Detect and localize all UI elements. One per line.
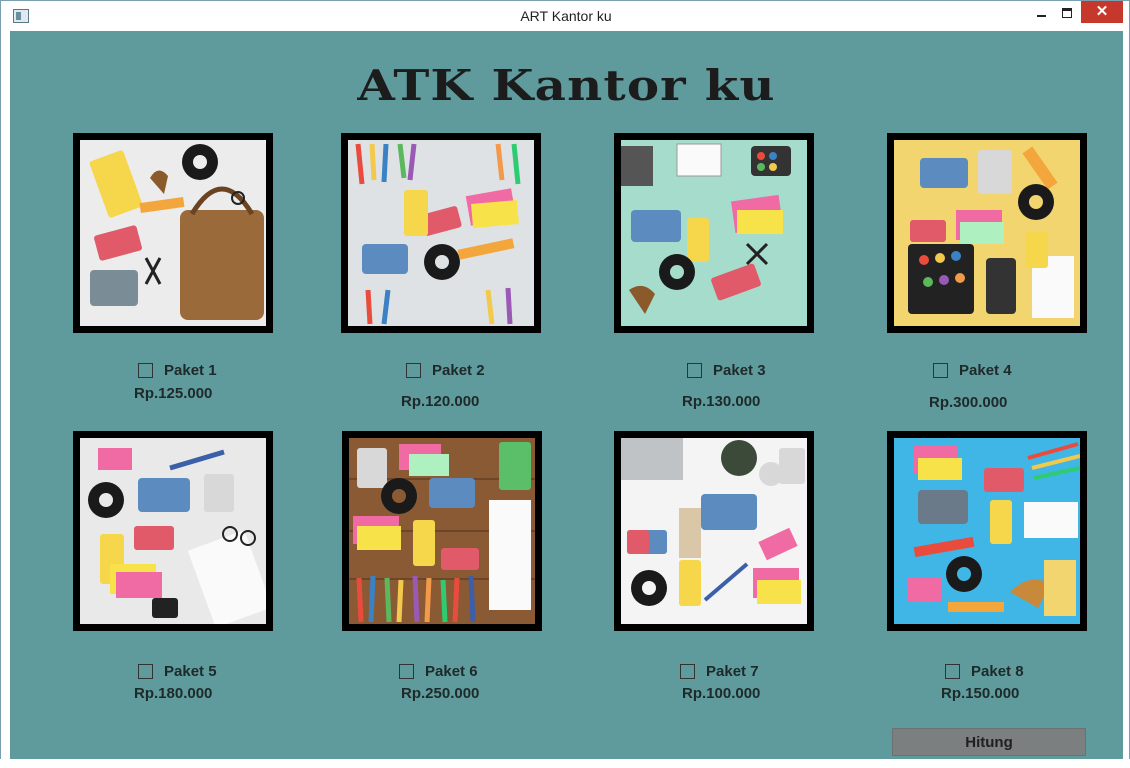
package-6-option[interactable]: Paket 6 xyxy=(399,661,478,681)
package-photo-2 xyxy=(348,140,534,326)
package-2-label: Paket 2 xyxy=(432,361,485,379)
bottom-edge xyxy=(0,759,1130,768)
package-8-label: Paket 8 xyxy=(971,662,1024,680)
package-photo-1 xyxy=(80,140,266,326)
package-image-1 xyxy=(73,133,273,333)
package-4-checkbox[interactable] xyxy=(933,362,948,378)
package-photo-5 xyxy=(80,438,266,624)
title-bar: ART Kantor ku ✕ xyxy=(1,1,1129,31)
package-6-checkbox[interactable] xyxy=(399,663,414,679)
package-3-option[interactable]: Paket 3 xyxy=(687,360,766,380)
package-3-label: Paket 3 xyxy=(713,361,766,379)
package-image-5 xyxy=(73,431,273,631)
package-2-price: Rp.120.000 xyxy=(401,393,480,410)
package-4-option[interactable]: Paket 4 xyxy=(933,360,1012,380)
package-1-label: Paket 1 xyxy=(164,361,217,379)
hitung-button[interactable]: Hitung xyxy=(892,728,1086,756)
package-3-price: Rp.130.000 xyxy=(682,393,761,410)
package-5-option[interactable]: Paket 5 xyxy=(138,661,217,681)
package-photo-7 xyxy=(621,438,807,624)
window-title: ART Kantor ku xyxy=(520,8,612,24)
package-photo-6 xyxy=(349,438,535,624)
package-8-checkbox[interactable] xyxy=(945,663,960,679)
package-5-label: Paket 5 xyxy=(164,662,217,680)
close-button[interactable]: ✕ xyxy=(1081,1,1123,23)
package-7-label: Paket 7 xyxy=(706,662,759,680)
package-6-label: Paket 6 xyxy=(425,662,478,680)
package-image-7 xyxy=(614,431,814,631)
package-3-checkbox[interactable] xyxy=(687,362,702,378)
package-image-2 xyxy=(341,133,541,333)
package-1-price: Rp.125.000 xyxy=(134,385,213,402)
package-8-price: Rp.150.000 xyxy=(941,685,1020,702)
package-2-option[interactable]: Paket 2 xyxy=(406,360,485,380)
main-panel: ATK Kantor ku Paket 1 Rp.125.000 Paket 2… xyxy=(10,31,1123,760)
package-2-checkbox[interactable] xyxy=(406,362,421,378)
package-4-price: Rp.300.000 xyxy=(929,394,1008,411)
package-6-price: Rp.250.000 xyxy=(401,685,480,702)
package-photo-3 xyxy=(621,140,807,326)
package-image-3 xyxy=(614,133,814,333)
package-4-label: Paket 4 xyxy=(959,361,1012,379)
maximize-icon xyxy=(1062,7,1072,18)
package-image-6 xyxy=(342,431,542,631)
package-7-checkbox[interactable] xyxy=(680,663,695,679)
minimize-button[interactable] xyxy=(1029,1,1053,23)
package-1-option[interactable]: Paket 1 xyxy=(138,360,217,380)
package-7-option[interactable]: Paket 7 xyxy=(680,661,759,681)
close-icon: ✕ xyxy=(1095,3,1109,20)
package-7-price: Rp.100.000 xyxy=(682,685,761,702)
package-1-checkbox[interactable] xyxy=(138,362,153,378)
package-photo-8 xyxy=(894,438,1080,624)
maximize-button[interactable] xyxy=(1055,1,1079,23)
app-window: ART Kantor ku ✕ ATK Kantor ku Paket 1 Rp… xyxy=(0,0,1130,768)
package-8-option[interactable]: Paket 8 xyxy=(945,661,1024,681)
minimize-icon xyxy=(1036,14,1046,17)
package-5-checkbox[interactable] xyxy=(138,663,153,679)
page-heading: ATK Kantor ku xyxy=(357,61,776,110)
package-image-8 xyxy=(887,431,1087,631)
package-image-4 xyxy=(887,133,1087,333)
package-5-price: Rp.180.000 xyxy=(134,685,213,702)
package-photo-4 xyxy=(894,140,1080,326)
